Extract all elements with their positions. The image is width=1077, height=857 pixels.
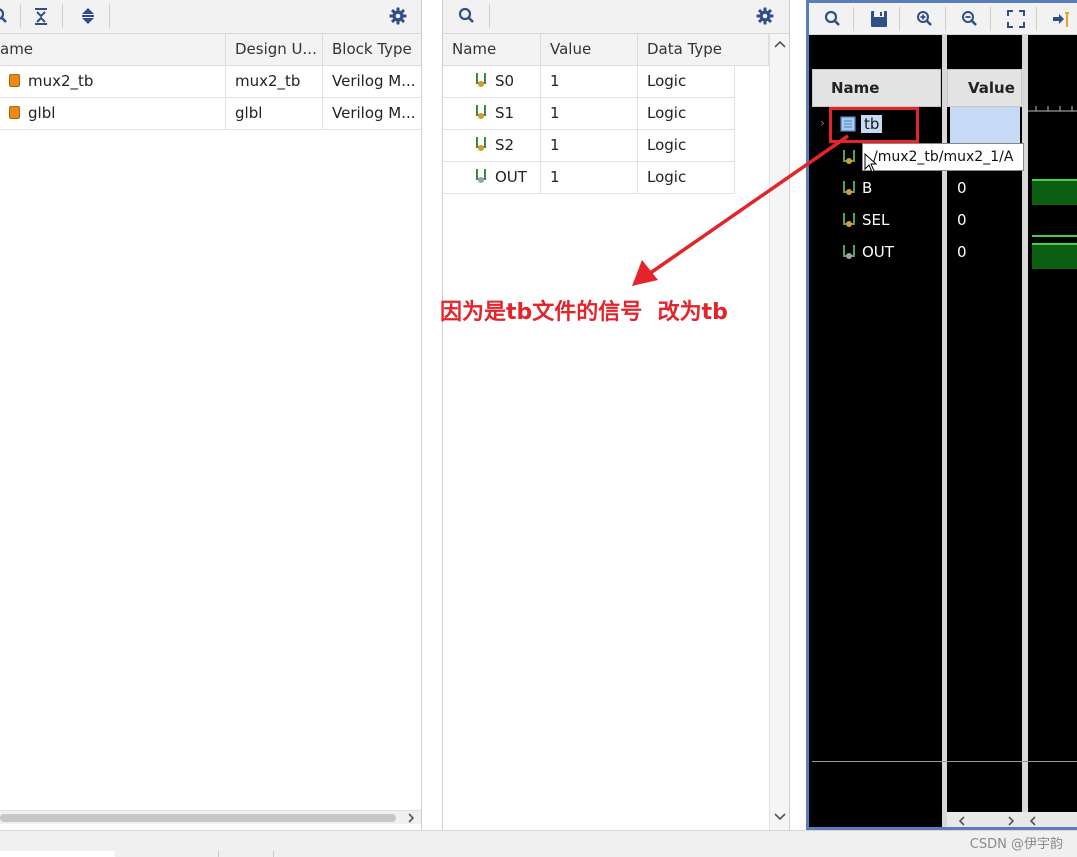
module-icon — [9, 106, 20, 119]
expand-all-icon[interactable] — [74, 2, 102, 30]
hierarchy-panel: ame Design U... Block Type mux2_tb mux2_… — [0, 0, 422, 830]
tooltip-text: /mux2_tb/mux2_1/A — [873, 149, 1014, 165]
hierarchy-row-block-type: Verilog M... — [332, 72, 416, 90]
object-name: S1 — [495, 104, 515, 122]
column-design-unit[interactable]: Design U... — [226, 34, 323, 66]
hierarchy-row-glbl[interactable]: glbl glbl Verilog M... — [0, 98, 421, 130]
waveform-trace-b — [1032, 179, 1077, 205]
zoom-fit-icon[interactable] — [1002, 5, 1030, 33]
hierarchy-row-block-type: Verilog M... — [332, 104, 416, 122]
search-icon[interactable] — [819, 5, 847, 33]
output-signal-icon — [476, 169, 486, 183]
hierarchy-horizontal-scrollbar[interactable] — [0, 810, 421, 824]
wave-row-name: SEL — [862, 211, 890, 229]
bottom-status-bar: CSDN @伊宇韵 — [0, 830, 1077, 857]
scroll-left-icon[interactable] — [1028, 816, 1038, 826]
column-name[interactable]: Name — [443, 34, 541, 66]
bottom-tab[interactable] — [0, 851, 115, 857]
object-name: S2 — [495, 136, 515, 154]
objects-toolbar — [443, 0, 789, 34]
collapse-all-icon[interactable] — [27, 2, 55, 30]
signal-path-tooltip: /mux2_tb/mux2_1/A — [862, 143, 1024, 171]
wave-row-value: 0 — [957, 211, 967, 229]
module-icon — [9, 74, 20, 87]
hierarchy-row-design-unit: mux2_tb — [226, 66, 323, 98]
signal-icon — [476, 137, 486, 151]
wave-bottom-scrollbar[interactable] — [947, 812, 1077, 827]
column-value[interactable]: Value — [541, 34, 638, 66]
scroll-down-icon[interactable] — [774, 812, 786, 822]
expand-arrow-icon[interactable]: › — [820, 116, 825, 130]
object-type: Logic — [638, 98, 735, 130]
signal-icon — [476, 105, 486, 119]
scroll-up-icon[interactable] — [774, 39, 786, 49]
objects-row-s0[interactable]: S0 1 Logic — [443, 66, 735, 98]
object-type: Logic — [638, 66, 735, 98]
hierarchy-row-mux2-tb[interactable]: mux2_tb mux2_tb Verilog M... — [0, 66, 421, 98]
wave-header-value[interactable]: Value — [947, 69, 1022, 107]
time-ruler — [1028, 99, 1077, 112]
hierarchy-toolbar — [0, 0, 421, 34]
divider — [812, 761, 1077, 762]
hierarchy-row-name: glbl — [28, 104, 56, 122]
hierarchy-header: ame Design U... Block Type — [0, 34, 421, 66]
divider — [273, 851, 274, 857]
objects-panel: Name Value Data Type S0 1 Logic S1 1 Log… — [442, 0, 790, 830]
search-icon[interactable] — [0, 2, 14, 30]
object-value: 1 — [541, 66, 638, 98]
zoom-out-icon[interactable] — [956, 5, 984, 33]
column-block-type[interactable]: Block Type — [323, 34, 421, 66]
object-name: OUT — [495, 168, 527, 186]
hierarchy-row-name: mux2_tb — [28, 72, 94, 90]
wave-row-name: B — [862, 179, 873, 197]
waveform-panel: Name Value › tb /mux2_tb/mux2_1/A B 0 SE… — [806, 0, 1077, 830]
scrollbar-thumb[interactable] — [0, 814, 396, 822]
wave-row-value: 0 — [957, 243, 967, 261]
zoom-in-icon[interactable] — [911, 5, 939, 33]
objects-header: Name Value Data Type — [443, 34, 769, 66]
waveform-trace-out — [1032, 243, 1077, 269]
annotation-arrow — [632, 134, 849, 286]
object-name: S0 — [495, 72, 515, 90]
wave-header-name[interactable]: Name — [812, 69, 941, 107]
scroll-right-icon[interactable] — [1006, 816, 1016, 826]
column-name[interactable]: ame — [0, 34, 226, 66]
object-value: 1 — [541, 98, 638, 130]
scroll-right-icon[interactable] — [406, 813, 416, 823]
wave-row-name: OUT — [862, 243, 894, 261]
waveform-toolbar — [809, 3, 1077, 35]
objects-row-s1[interactable]: S1 1 Logic — [443, 98, 735, 130]
save-icon[interactable] — [865, 5, 893, 33]
selected-value-cell — [950, 107, 1020, 143]
mouse-cursor-icon — [864, 153, 878, 173]
signal-icon — [476, 73, 486, 87]
column-name: Name — [831, 79, 880, 97]
hierarchy-row-design-unit: glbl — [226, 98, 323, 130]
column-data-type[interactable]: Data Type — [638, 34, 769, 66]
watermark: CSDN @伊宇韵 — [969, 837, 1063, 852]
column-value: Value — [968, 79, 1015, 97]
go-to-cursor-icon[interactable] — [1047, 5, 1075, 33]
wave-row-value: 0 — [957, 179, 967, 197]
divider — [218, 851, 219, 857]
search-icon[interactable] — [453, 2, 481, 30]
annotation-text: 因为是tb文件的信号 改为tb — [440, 300, 728, 325]
waveform-trace-sel-top — [1032, 235, 1077, 237]
scroll-left-icon[interactable] — [957, 816, 967, 826]
gear-icon[interactable] — [751, 2, 779, 30]
gear-icon[interactable] — [384, 2, 412, 30]
